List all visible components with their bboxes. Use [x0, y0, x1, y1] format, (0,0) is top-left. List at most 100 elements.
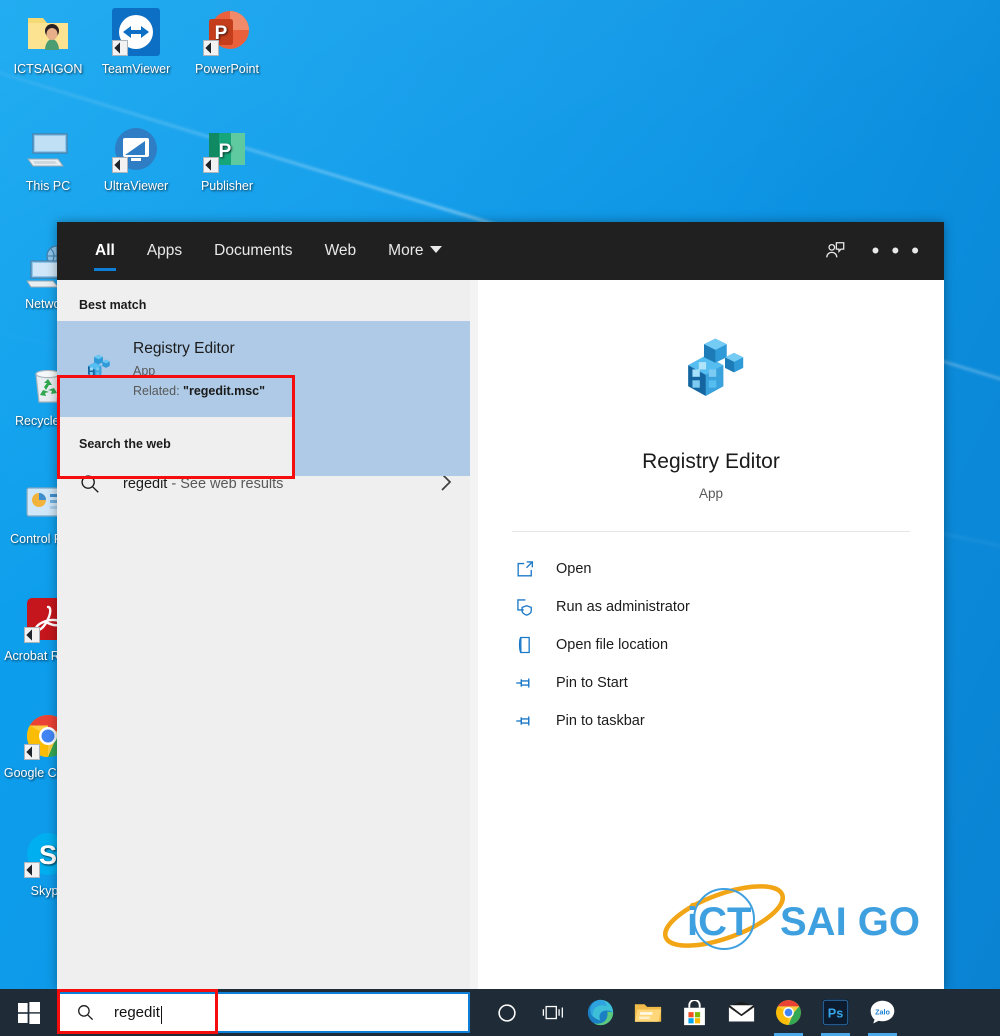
preview-app-kind: App: [478, 486, 944, 501]
action-label: Open file location: [556, 637, 668, 653]
action-open[interactable]: Open: [478, 550, 944, 588]
publisher-icon: P: [203, 125, 251, 173]
tab-web[interactable]: Web: [309, 222, 373, 280]
action-pin-to-taskbar[interactable]: Pin to taskbar: [478, 702, 944, 740]
search-input-value: regedit: [114, 1004, 160, 1021]
desktop-icon-ictsaigon[interactable]: ICTSAIGON: [2, 8, 94, 76]
svg-text:P: P: [219, 141, 232, 162]
shortcut-overlay-icon: [112, 157, 128, 173]
desktop-icon-powerpoint[interactable]: P PowerPoint: [181, 8, 273, 76]
search-results-column: Best match: [57, 280, 470, 989]
more-options-icon[interactable]: • • •: [872, 246, 922, 256]
app-preview-card: Registry Editor App Open: [478, 280, 944, 989]
file-explorer-icon[interactable]: [624, 989, 671, 1036]
svg-text:iCT: iCT: [687, 900, 751, 944]
zalo-icon[interactable]: Zalo: [859, 989, 906, 1036]
related-prefix: Related:: [133, 384, 183, 398]
shortcut-overlay-icon: [112, 40, 128, 56]
app-hero: Registry Editor App: [478, 280, 944, 531]
svg-text:Ps: Ps: [828, 1007, 843, 1021]
selection-extension: [295, 378, 470, 476]
google-chrome-icon[interactable]: [765, 989, 812, 1036]
tab-label: All: [95, 242, 115, 259]
action-label: Pin to taskbar: [556, 713, 645, 729]
best-match-section-label: Best match: [57, 280, 470, 321]
related-value: "regedit.msc": [183, 384, 265, 398]
search-tab-bar: All Apps Documents Web More • • •: [57, 222, 944, 280]
tab-all[interactable]: All: [79, 222, 131, 280]
desktop-icon-publisher[interactable]: P Publisher: [181, 125, 273, 193]
shortcut-overlay-icon: [24, 627, 40, 643]
tab-documents[interactable]: Documents: [198, 222, 308, 280]
tab-apps[interactable]: Apps: [131, 222, 198, 280]
search-flyout-panel: All Apps Documents Web More • • •: [57, 222, 944, 989]
desktop-icon-teamviewer[interactable]: TeamViewer: [90, 8, 182, 76]
action-pin-to-start[interactable]: Pin to Start: [478, 664, 944, 702]
app-preview-column: Registry Editor App Open: [470, 280, 944, 989]
taskbar-apps: Ps Zalo: [483, 989, 906, 1036]
tab-more[interactable]: More: [372, 222, 458, 280]
folder-open-location-icon: [514, 634, 536, 656]
svg-text:Zalo: Zalo: [875, 1009, 890, 1017]
tab-bar-actions: • • •: [824, 240, 944, 262]
desktop-icon-label: Publisher: [181, 179, 273, 193]
preview-app-name: Registry Editor: [478, 450, 944, 474]
action-open-file-location[interactable]: Open file location: [478, 626, 944, 664]
taskbar-search-input[interactable]: regedit: [57, 992, 470, 1033]
desktop-icon-label: ICTSAIGON: [2, 62, 94, 76]
desktop-icon-ultraviewer[interactable]: UltraViewer: [90, 125, 182, 193]
start-button[interactable]: [0, 989, 57, 1036]
this-pc-icon: [24, 125, 72, 173]
result-subtitle: App: [133, 364, 265, 378]
pin-icon: [514, 710, 536, 732]
action-label: Run as administrator: [556, 599, 690, 615]
shield-run-icon: [514, 596, 536, 618]
tab-label: Documents: [214, 242, 292, 259]
desktop-icon-label: PowerPoint: [181, 62, 273, 76]
photoshop-icon[interactable]: Ps: [812, 989, 859, 1036]
ultraviewer-icon: [112, 125, 160, 173]
svg-text:SAI GON: SAI GON: [780, 900, 922, 944]
tab-label: More: [388, 242, 423, 259]
preview-actions: Open Run as administrator: [478, 532, 944, 740]
result-related: Related: "regedit.msc": [133, 384, 265, 398]
svg-text:S: S: [39, 840, 57, 870]
ict-saigon-watermark: iCT SAI GON: [478, 873, 944, 989]
search-panel-body: Best match: [57, 280, 944, 989]
registry-editor-icon: [79, 351, 115, 387]
microsoft-store-icon[interactable]: [671, 989, 718, 1036]
chevron-down-icon: [430, 246, 442, 253]
mail-icon[interactable]: [718, 989, 765, 1036]
tab-label: Web: [325, 242, 357, 259]
teamviewer-icon: [112, 8, 160, 56]
result-text: Registry Editor App Related: "regedit.ms…: [133, 340, 265, 398]
microsoft-edge-icon[interactable]: [577, 989, 624, 1036]
taskbar: regedit: [0, 989, 1000, 1036]
desktop-icon-this-pc[interactable]: This PC: [2, 125, 94, 193]
text-cursor: [161, 1006, 163, 1024]
desktop-icon-label: UltraViewer: [90, 179, 182, 193]
shortcut-overlay-icon: [24, 744, 40, 760]
action-run-as-administrator[interactable]: Run as administrator: [478, 588, 944, 626]
open-icon: [514, 558, 536, 580]
tab-label: Apps: [147, 242, 182, 259]
result-title: Registry Editor: [133, 340, 265, 358]
task-view-icon[interactable]: [530, 989, 577, 1036]
shortcut-overlay-icon: [203, 40, 219, 56]
web-query: regedit: [123, 476, 167, 492]
web-suffix: - See web results: [167, 476, 283, 492]
pin-icon: [514, 672, 536, 694]
desktop-icon-label: This PC: [2, 179, 94, 193]
action-label: Open: [556, 561, 591, 577]
cortana-icon[interactable]: [483, 989, 530, 1036]
feedback-icon[interactable]: [824, 240, 846, 262]
shortcut-overlay-icon: [24, 862, 40, 878]
desktop-icon-label: TeamViewer: [90, 62, 182, 76]
shortcut-overlay-icon: [203, 157, 219, 173]
search-icon: [76, 1003, 95, 1022]
action-label: Pin to Start: [556, 675, 628, 691]
search-icon: [79, 473, 101, 495]
registry-editor-icon: [669, 332, 753, 416]
web-result-text: regedit - See web results: [123, 476, 283, 492]
folder-user-icon: [24, 8, 72, 56]
